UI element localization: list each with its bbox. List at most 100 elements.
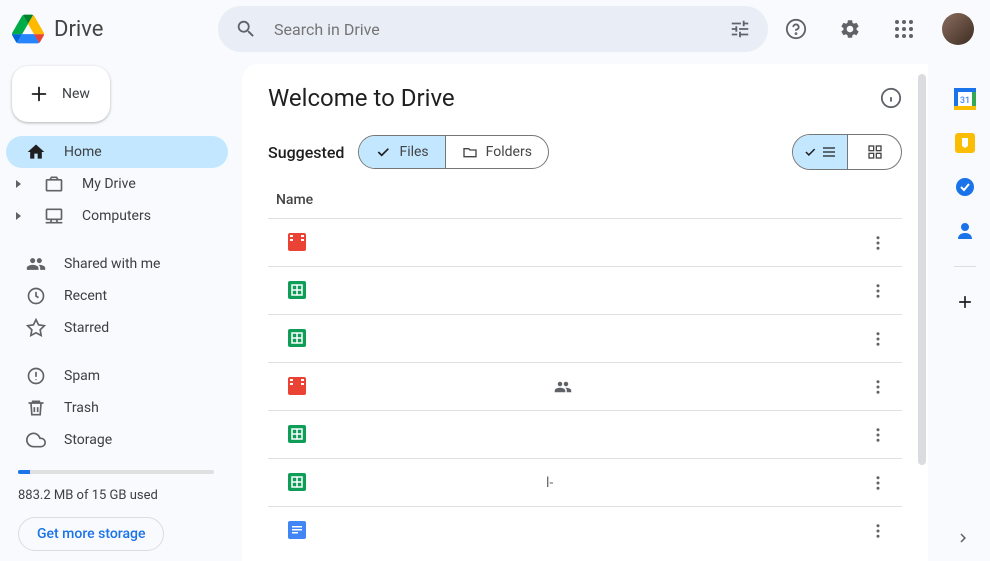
folder-icon [462,144,478,160]
scrollbar[interactable] [918,74,926,551]
name-column-header[interactable]: Name [268,184,902,218]
file-row[interactable] [268,506,902,554]
shared-icon [554,378,572,396]
nav-label: Starred [64,320,109,336]
computers-icon [44,206,64,226]
nav-label: Trash [64,400,99,416]
trash-icon [26,398,46,418]
header: Drive [0,0,990,58]
nav-computers[interactable]: Computers [6,200,228,232]
nav-label: Home [64,144,102,160]
file-row[interactable] [268,410,902,458]
more-actions-button[interactable] [862,419,894,451]
panel-divider [954,266,976,267]
settings-icon[interactable] [830,9,870,49]
nav-storage[interactable]: Storage [6,424,228,456]
get-storage-button[interactable]: Get more storage [18,517,164,551]
nav-label: Recent [64,288,107,304]
account-avatar[interactable] [942,13,974,45]
storage-text: 883.2 MB of 15 GB used [18,488,214,503]
list-icon [821,144,837,160]
more-actions-button[interactable] [862,467,894,499]
side-panel: 3131 [940,64,990,561]
help-icon[interactable] [776,9,816,49]
add-addon-button[interactable] [954,291,976,313]
sheet-file-icon [288,473,308,493]
nav-label: Shared with me [64,256,160,272]
nav-starred[interactable]: Starred [6,312,228,344]
svg-text:31: 31 [960,96,970,106]
new-button-label: New [62,86,90,102]
more-actions-button[interactable] [862,227,894,259]
file-row[interactable] [268,314,902,362]
nav-label: My Drive [82,176,136,192]
file-row[interactable]: l- [268,458,902,506]
more-actions-button[interactable] [862,323,894,355]
storage-bar [18,470,214,474]
folders-filter-button[interactable]: Folders [445,136,548,168]
grid-view-button[interactable] [847,135,901,169]
page-title: Welcome to Drive [268,84,455,112]
doc-file-icon [288,521,308,541]
nav-shared[interactable]: Shared with me [6,248,228,280]
filter-segment: Files Folders [358,135,548,169]
calendar-app-icon[interactable]: 3131 [954,88,976,110]
spam-icon [26,366,46,386]
plus-icon [28,83,50,105]
nav-label: Storage [64,432,112,448]
logo-area[interactable]: Drive [12,13,210,45]
files-filter-button[interactable]: Files [359,136,444,168]
nav-spam[interactable]: Spam [6,360,228,392]
expand-triangle-icon[interactable] [10,176,26,192]
suggested-label: Suggested [268,143,344,162]
more-actions-button[interactable] [862,515,894,547]
nav-label: Computers [82,208,151,224]
contacts-app-icon[interactable] [954,220,976,242]
video-file-icon [288,233,308,253]
list-view-button[interactable] [793,135,847,169]
search-input[interactable] [266,20,720,39]
my-drive-icon [44,174,64,194]
tasks-app-icon[interactable] [954,176,976,198]
sheet-file-icon [288,425,308,445]
nav-recent[interactable]: Recent [6,280,228,312]
main-content: Welcome to Drive Suggested Files [242,64,928,561]
starred-icon [26,318,46,338]
check-icon [375,144,391,160]
more-actions-button[interactable] [862,275,894,307]
drive-logo-icon [12,13,44,45]
search-bar[interactable] [218,6,768,52]
home-icon [26,142,46,162]
view-toggle [792,134,902,170]
video-file-icon [288,377,308,397]
file-row[interactable] [268,362,902,410]
nav-trash[interactable]: Trash [6,392,228,424]
collapse-panel-icon[interactable] [954,529,972,547]
check-icon [803,145,817,159]
sidebar: New Home My Drive [0,58,242,561]
folders-label: Folders [486,144,532,160]
files-label: Files [399,144,428,160]
nav-label: Spam [64,368,100,384]
file-row[interactable] [268,218,902,266]
expand-triangle-icon[interactable] [10,208,26,224]
search-icon[interactable] [226,9,266,49]
sheet-file-icon [288,329,308,349]
apps-icon[interactable] [884,9,924,49]
storage-icon [26,430,46,450]
file-row[interactable] [268,266,902,314]
info-icon[interactable] [880,87,902,109]
file-extra-text: l- [546,475,553,491]
nav-my-drive[interactable]: My Drive [6,168,228,200]
app-name: Drive [54,17,103,42]
recent-icon [26,286,46,306]
keep-app-icon[interactable] [954,132,976,154]
advanced-search-icon[interactable] [720,9,760,49]
sheet-file-icon [288,281,308,301]
nav-home[interactable]: Home [6,136,228,168]
more-actions-button[interactable] [862,371,894,403]
new-button[interactable]: New [12,66,110,122]
grid-icon [867,144,883,160]
file-list: l- [268,218,902,554]
shared-icon [26,254,46,274]
